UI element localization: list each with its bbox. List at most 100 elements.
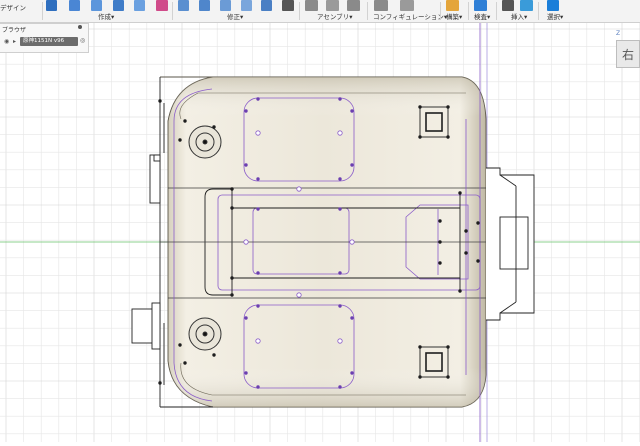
sketch-point[interactable]: [244, 109, 248, 113]
modify-menu-label[interactable]: 修正▾: [227, 11, 243, 21]
sketch-midpoint[interactable]: [296, 292, 302, 298]
close-panel-icon[interactable]: [78, 25, 82, 29]
combine-icon[interactable]: [261, 0, 272, 11]
sketch-point[interactable]: [183, 361, 187, 365]
sketch-point[interactable]: [212, 353, 216, 357]
inspect-menu-label[interactable]: 検査▾: [474, 11, 490, 21]
sketch-point[interactable]: [476, 221, 480, 225]
measure-icon[interactable]: [474, 0, 487, 11]
sketch-point[interactable]: [244, 163, 248, 167]
sketch-midpoint[interactable]: [337, 130, 343, 136]
insert-link-icon[interactable]: [502, 0, 514, 11]
document-node[interactable]: 原神1151N v96: [20, 37, 78, 46]
offset-plane-icon[interactable]: [446, 0, 459, 11]
sketch-point[interactable]: [438, 240, 442, 244]
sketch-point[interactable]: [446, 105, 450, 109]
sketch-point[interactable]: [338, 271, 342, 275]
browser-document-row[interactable]: ◉ ▸ 原神1151N v96 ◎: [4, 37, 85, 47]
press-pull-icon[interactable]: [178, 0, 189, 11]
sketch-point[interactable]: [244, 371, 248, 375]
sketch-point[interactable]: [350, 109, 354, 113]
viewcube-right-face[interactable]: 右: [616, 40, 640, 68]
sketch-point[interactable]: [458, 191, 462, 195]
sketch-point[interactable]: [446, 135, 450, 139]
sketch-point[interactable]: [446, 345, 450, 349]
sketch-point[interactable]: [230, 293, 234, 297]
construct-menu-label[interactable]: 構築▾: [446, 11, 462, 21]
sketch-midpoint[interactable]: [349, 239, 355, 245]
sketch-point[interactable]: [476, 259, 480, 263]
sketch-point[interactable]: [230, 276, 234, 280]
new-component-icon[interactable]: [305, 0, 318, 11]
design-canvas[interactable]: [0, 23, 640, 442]
sketch-point[interactable]: [350, 316, 354, 320]
sketch-midpoint[interactable]: [296, 186, 302, 192]
sketch-point[interactable]: [338, 177, 342, 181]
configuration-tool-icon[interactable]: [400, 0, 414, 11]
sketch-point[interactable]: [178, 138, 182, 142]
sketch-point[interactable]: [438, 219, 442, 223]
browser-panel[interactable]: ブラウザ ◉ ▸ 原神1151N v96 ◎: [0, 23, 89, 53]
assemble-menu-label[interactable]: アセンブリ▾: [317, 11, 352, 21]
sketch-midpoint[interactable]: [337, 338, 343, 344]
form-icon[interactable]: [156, 0, 168, 11]
fillet-icon[interactable]: [199, 0, 210, 11]
activate-radio-icon[interactable]: ◎: [80, 37, 85, 44]
extrude-icon[interactable]: [69, 0, 80, 11]
sketch-viewport[interactable]: [0, 23, 640, 442]
insert-menu-label[interactable]: 挿入▾: [511, 11, 527, 21]
sketch-point[interactable]: [438, 261, 442, 265]
sketch-point[interactable]: [464, 251, 468, 255]
sketch-point[interactable]: [418, 375, 422, 379]
sketch-point[interactable]: [350, 163, 354, 167]
sketch-point[interactable]: [244, 316, 248, 320]
expand-arrow-icon[interactable]: ▸: [13, 38, 16, 45]
shell-icon[interactable]: [241, 0, 252, 11]
new-sketch-icon[interactable]: [46, 0, 57, 11]
insert-image-icon[interactable]: [520, 0, 533, 11]
sketch-point[interactable]: [338, 97, 342, 101]
visibility-eye-icon[interactable]: ◉: [4, 38, 9, 45]
sketch-point[interactable]: [158, 99, 162, 103]
joint-icon[interactable]: [326, 0, 339, 11]
sketch-point[interactable]: [212, 125, 216, 129]
loft-icon[interactable]: [134, 0, 145, 11]
sketch-point[interactable]: [256, 177, 260, 181]
sketch-point[interactable]: [230, 187, 234, 191]
sketch-point[interactable]: [256, 207, 260, 211]
sketch-point[interactable]: [446, 375, 450, 379]
select-menu-label[interactable]: 選択▾: [547, 11, 563, 21]
chamfer-icon[interactable]: [220, 0, 231, 11]
right-connector[interactable]: [486, 167, 535, 321]
configuration-table-icon[interactable]: [374, 0, 388, 11]
view-cube[interactable]: Z 右: [612, 30, 640, 70]
sketch-point[interactable]: [230, 206, 234, 210]
sketch-point[interactable]: [256, 97, 260, 101]
configure-menu-label[interactable]: コンフィギュレーション▾: [373, 11, 447, 21]
sketch-point[interactable]: [256, 304, 260, 308]
sketch-point[interactable]: [418, 345, 422, 349]
sketch-point[interactable]: [256, 385, 260, 389]
sketch-point[interactable]: [350, 371, 354, 375]
sketch-point[interactable]: [338, 385, 342, 389]
create-menu-label[interactable]: 作成▾: [98, 11, 114, 21]
select-cursor-icon[interactable]: [547, 0, 559, 11]
sketch-point[interactable]: [464, 229, 468, 233]
sketch-midpoint[interactable]: [255, 130, 261, 136]
sweep-icon[interactable]: [113, 0, 124, 11]
move-icon[interactable]: [282, 0, 294, 11]
sketch-midpoint[interactable]: [255, 338, 261, 344]
sketch-point[interactable]: [158, 381, 162, 385]
left-tabs[interactable]: [131, 154, 161, 350]
sketch-point[interactable]: [418, 105, 422, 109]
sketch-point[interactable]: [338, 207, 342, 211]
sketch-point[interactable]: [256, 271, 260, 275]
workspace-label-cut[interactable]: デザイン: [0, 2, 26, 12]
sketch-point[interactable]: [418, 135, 422, 139]
revolve-icon[interactable]: [91, 0, 102, 11]
sketch-point[interactable]: [458, 289, 462, 293]
sketch-point[interactable]: [178, 343, 182, 347]
sketch-point[interactable]: [183, 119, 187, 123]
sketch-point[interactable]: [338, 304, 342, 308]
as-built-joint-icon[interactable]: [347, 0, 360, 11]
